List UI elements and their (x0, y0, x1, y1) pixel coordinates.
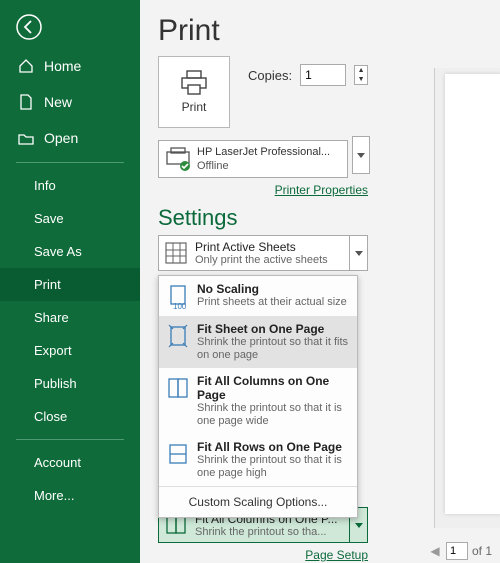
scaling-option-fit-rows[interactable]: Fit All Rows on One Page Shrink the prin… (159, 434, 357, 486)
setting-subtitle: Only print the active sheets (195, 254, 328, 266)
sidebar-label: Open (44, 130, 78, 146)
page-setup-link[interactable]: Page Setup (305, 548, 368, 562)
open-icon (18, 130, 34, 146)
option-title: No Scaling (197, 282, 347, 296)
print-label: Print (182, 100, 207, 114)
printer-selector[interactable]: HP LaserJet Professional... Offline (158, 140, 348, 178)
sidebar-item-home[interactable]: Home (0, 48, 140, 84)
page-setup-row: Page Setup (158, 547, 368, 562)
option-desc: Print sheets at their actual size (197, 296, 347, 309)
printer-properties-link[interactable]: Printer Properties (275, 183, 368, 197)
printer-dropdown-arrow[interactable] (352, 136, 370, 174)
dropdown-arrow[interactable] (350, 235, 368, 271)
scaling-popup-anchor: 100 No Scaling Print sheets at their act… (158, 275, 368, 503)
back-button[interactable] (0, 0, 140, 48)
svg-text:100: 100 (173, 302, 187, 310)
spinner-up[interactable]: ▲ (355, 66, 367, 75)
chevron-down-icon (355, 523, 363, 528)
custom-scaling-options[interactable]: Custom Scaling Options... (159, 487, 357, 517)
spinner-down[interactable]: ▼ (355, 75, 367, 84)
chevron-down-icon (355, 251, 363, 256)
option-title: Fit All Rows on One Page (197, 440, 349, 454)
sidebar-item-share[interactable]: Share (0, 301, 140, 334)
copies-label: Copies: (248, 68, 292, 83)
sidebar-label: Share (34, 310, 69, 325)
fit-rows-icon (167, 442, 189, 468)
sidebar-label: Publish (34, 376, 77, 391)
page-total: of 1 (472, 544, 492, 558)
print-preview (434, 68, 500, 528)
option-title: Fit All Columns on One Page (197, 374, 349, 402)
scaling-dropdown-popup: 100 No Scaling Print sheets at their act… (158, 275, 358, 518)
option-desc: Shrink the printout so that it is one pa… (197, 402, 349, 428)
preview-sheet (445, 74, 500, 514)
sidebar-item-open[interactable]: Open (0, 120, 140, 156)
back-arrow-icon (16, 14, 42, 40)
page-navigator: ◀ of 1 (428, 542, 492, 560)
option-desc: Shrink the printout so that it fits on o… (197, 336, 349, 362)
page-number-input[interactable] (446, 542, 468, 560)
printer-device-icon (165, 146, 191, 172)
separator (16, 439, 124, 440)
option-title: Fit Sheet on One Page (197, 322, 349, 336)
copies-spinner: ▲ ▼ (354, 65, 368, 85)
sidebar-label: Info (34, 178, 56, 193)
sidebar-label: New (44, 94, 72, 110)
sidebar-item-saveas[interactable]: Save As (0, 235, 140, 268)
sidebar-item-new[interactable]: New (0, 84, 140, 120)
print-button[interactable]: Print (158, 56, 230, 128)
sidebar-label: Account (34, 455, 81, 470)
scaling-option-no-scaling[interactable]: 100 No Scaling Print sheets at their act… (159, 276, 357, 316)
page-title: Print (158, 14, 484, 48)
printer-properties-row: Printer Properties (158, 182, 368, 197)
sidebar-item-info[interactable]: Info (0, 169, 140, 202)
setting-title: Print Active Sheets (195, 240, 328, 254)
fit-columns-icon (167, 376, 189, 402)
sidebar-item-save[interactable]: Save (0, 202, 140, 235)
sidebar-item-publish[interactable]: Publish (0, 367, 140, 400)
chevron-down-icon (357, 153, 365, 158)
copies-control: Copies: ▲ ▼ (248, 64, 368, 86)
scaling-option-fit-columns[interactable]: Fit All Columns on One Page Shrink the p… (159, 368, 357, 434)
no-scaling-icon: 100 (167, 284, 189, 310)
sidebar-item-more[interactable]: More... (0, 479, 140, 512)
sidebar-label: Save As (34, 244, 82, 259)
new-icon (18, 94, 34, 110)
printer-icon (179, 70, 209, 96)
fit-sheet-icon (167, 324, 189, 350)
sidebar-item-account[interactable]: Account (0, 446, 140, 479)
sidebar-label: Print (34, 277, 61, 292)
copies-input[interactable] (300, 64, 346, 86)
printer-status: Offline (197, 159, 330, 173)
print-active-sheets-row: Print Active Sheets Only print the activ… (158, 235, 368, 271)
printer-text: HP LaserJet Professional... Offline (197, 145, 330, 173)
print-active-sheets-selector[interactable]: Print Active Sheets Only print the activ… (158, 235, 350, 271)
sidebar-label: Home (44, 58, 81, 74)
option-desc: Shrink the printout so that it is one pa… (197, 454, 349, 480)
sidebar-item-close[interactable]: Close (0, 400, 140, 433)
printer-name: HP LaserJet Professional... (197, 145, 330, 159)
setting-subtitle: Shrink the printout so tha... (195, 526, 335, 538)
backstage-sidebar: Home New Open Info Save Save As Print Sh… (0, 0, 140, 563)
separator (16, 162, 124, 163)
sheets-icon (165, 240, 187, 266)
scaling-option-fit-sheet[interactable]: Fit Sheet on One Page Shrink the printou… (159, 316, 357, 368)
sidebar-label: Export (34, 343, 72, 358)
prev-page-button[interactable]: ◀ (428, 544, 442, 558)
sidebar-label: Close (34, 409, 67, 424)
sidebar-item-export[interactable]: Export (0, 334, 140, 367)
home-icon (18, 58, 34, 74)
sidebar-item-print[interactable]: Print (0, 268, 140, 301)
sidebar-label: Save (34, 211, 64, 226)
sidebar-label: More... (34, 488, 74, 503)
